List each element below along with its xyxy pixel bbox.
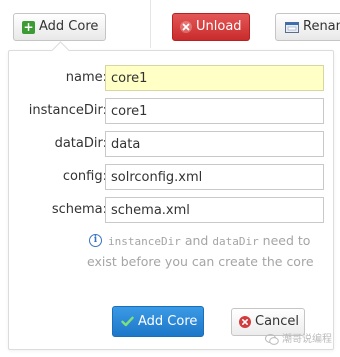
close-icon <box>239 316 251 328</box>
data-dir-row: dataDir: <box>9 131 335 157</box>
toolbar-rename-label: Rename <box>303 19 340 34</box>
instance-dir-row: instanceDir: <box>9 98 335 124</box>
wechat-icon <box>265 333 279 345</box>
hint-code-data-dir: dataDir <box>212 235 259 248</box>
hint-and: and <box>180 233 213 248</box>
instance-dir-label: instanceDir: <box>28 103 107 118</box>
name-label: name: <box>65 70 107 85</box>
data-dir-input[interactable] <box>105 131 324 157</box>
core-admin-page: + Add Core Unload Rename name: instanceDi… <box>0 0 340 357</box>
schema-row: schema: <box>9 197 335 223</box>
instance-dir-input[interactable] <box>105 98 324 124</box>
toolbar-add-core-button[interactable]: + Add Core <box>13 13 106 41</box>
rename-icon <box>285 21 299 33</box>
hint-text: instanceDir and dataDir need to exist be… <box>87 231 327 271</box>
add-core-submit-label: Add Core <box>138 314 198 329</box>
config-input[interactable] <box>105 164 324 190</box>
toolbar-unload-label: Unload <box>196 19 242 34</box>
toolbar-rename-button[interactable]: Rename <box>275 13 340 41</box>
config-label: config: <box>62 169 107 184</box>
hint-code-instance-dir: instanceDir <box>108 235 181 248</box>
add-core-submit-button[interactable]: Add Core <box>112 306 204 337</box>
plus-icon: + <box>22 19 35 34</box>
toolbar-add-core-label: Add Core <box>39 19 99 34</box>
config-row: config: <box>9 164 335 190</box>
watermark: 潮哥说编程 <box>265 330 332 345</box>
close-icon <box>180 21 192 33</box>
toolbar-divider <box>150 0 151 48</box>
toolbar-unload-button[interactable]: Unload <box>172 13 250 41</box>
check-icon <box>121 316 134 327</box>
add-core-form-panel: name: instanceDir: dataDir: config: sche… <box>8 41 335 350</box>
name-row: name: <box>9 65 335 91</box>
schema-label: schema: <box>51 202 107 217</box>
schema-input[interactable] <box>105 197 324 223</box>
form-hint: instanceDir and dataDir need to exist be… <box>87 231 327 271</box>
data-dir-label: dataDir: <box>54 136 107 151</box>
core-toolbar: + Add Core Unload Rename <box>0 0 340 52</box>
watermark-text: 潮哥说编程 <box>282 334 332 345</box>
cancel-label: Cancel <box>255 314 300 329</box>
name-input[interactable] <box>105 65 324 91</box>
